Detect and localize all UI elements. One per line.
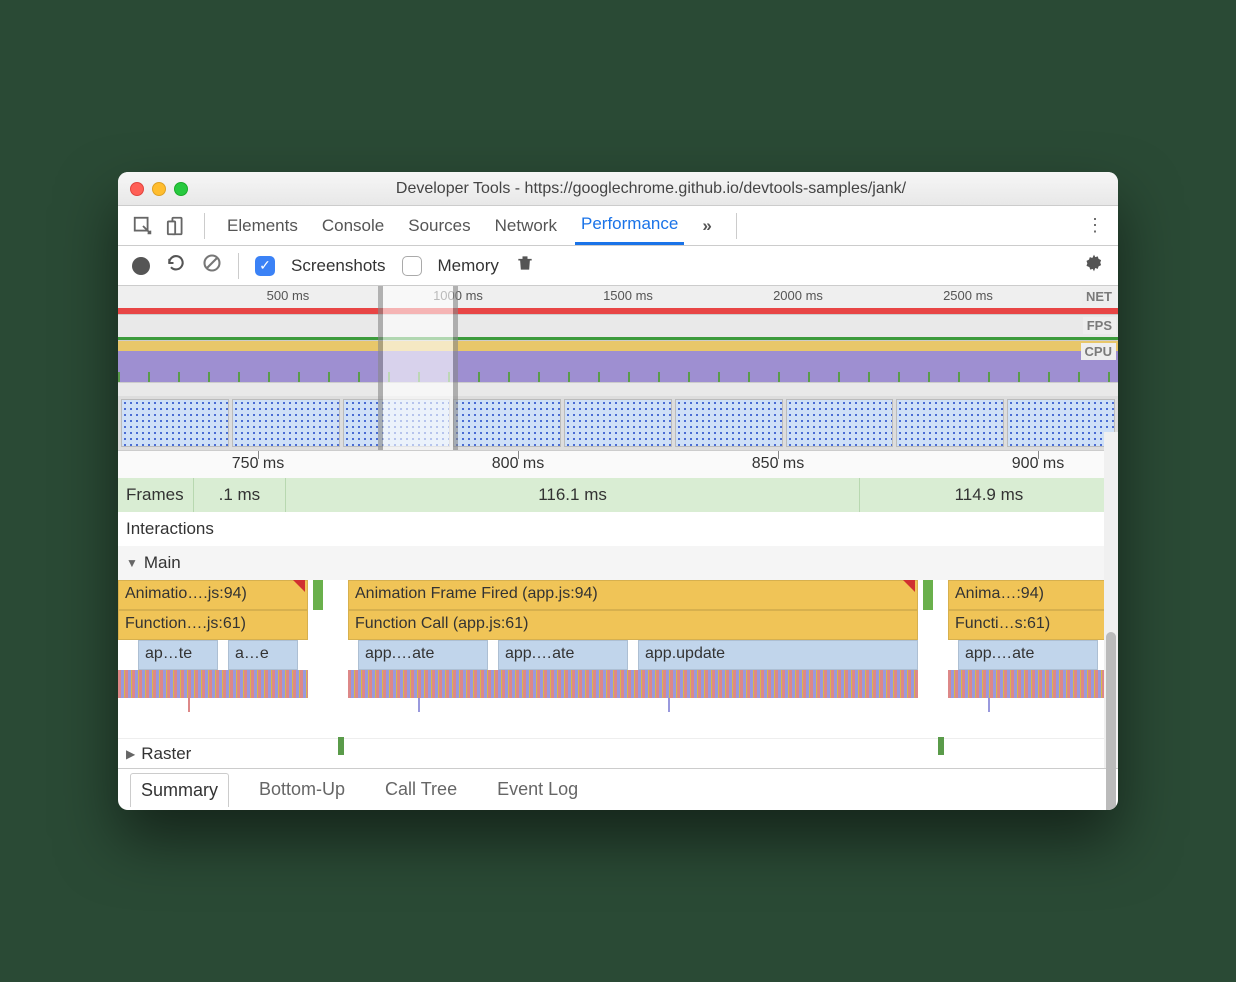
memory-label: Memory bbox=[438, 256, 499, 276]
traffic-lights bbox=[130, 182, 188, 196]
screenshot-thumb[interactable] bbox=[675, 399, 783, 447]
devtools-window: Developer Tools - https://googlechrome.g… bbox=[118, 172, 1118, 810]
anim-frame-bar[interactable]: Anima…:94) bbox=[948, 580, 1118, 610]
app-update-bar[interactable]: app.…ate bbox=[358, 640, 488, 670]
overview-cpu-track: CPU bbox=[118, 340, 1118, 382]
tab-network[interactable]: Network bbox=[489, 208, 563, 244]
flamechart-area[interactable]: 750 ms 800 ms 850 ms 900 ms Frames .1 ms… bbox=[118, 450, 1118, 768]
detail-ruler: 750 ms 800 ms 850 ms 900 ms bbox=[118, 450, 1118, 478]
screenshots-label: Screenshots bbox=[291, 256, 386, 276]
overview-screenshots bbox=[118, 396, 1118, 450]
main-label: Main bbox=[144, 553, 181, 573]
tab-performance[interactable]: Performance bbox=[575, 206, 684, 245]
close-icon[interactable] bbox=[130, 182, 144, 196]
fps-label: FPS bbox=[1083, 317, 1116, 334]
screenshot-thumb[interactable] bbox=[232, 399, 340, 447]
screenshot-thumb[interactable] bbox=[121, 399, 229, 447]
memory-checkbox[interactable] bbox=[402, 256, 422, 276]
clear-icon[interactable] bbox=[202, 253, 222, 278]
app-update-bar[interactable]: app.update bbox=[638, 640, 918, 670]
kebab-menu-icon[interactable]: ⋮ bbox=[1086, 215, 1104, 236]
overview-net-track: NET bbox=[118, 382, 1118, 396]
screenshot-thumb[interactable] bbox=[896, 399, 1004, 447]
app-update-bar[interactable]: app.…ate bbox=[958, 640, 1098, 670]
details-tabs: Summary Bottom-Up Call Tree Event Log bbox=[118, 768, 1118, 810]
function-call-bar[interactable]: Function….js:61) bbox=[118, 610, 308, 640]
tab-bottom-up[interactable]: Bottom-Up bbox=[249, 773, 355, 806]
main-track-header[interactable]: ▼ Main bbox=[118, 546, 1118, 580]
panel-tabs: Elements Console Sources Network Perform… bbox=[118, 206, 1118, 246]
window-title: Developer Tools - https://googlechrome.g… bbox=[196, 180, 1106, 198]
function-call-bar[interactable]: Functi…s:61) bbox=[948, 610, 1118, 640]
inspect-icon[interactable] bbox=[132, 215, 154, 237]
net-label: NET bbox=[1082, 288, 1116, 305]
frames-label: Frames bbox=[118, 485, 193, 505]
tab-call-tree[interactable]: Call Tree bbox=[375, 773, 467, 806]
screenshot-thumb[interactable] bbox=[786, 399, 894, 447]
screenshot-thumb[interactable] bbox=[343, 399, 451, 447]
trash-icon[interactable] bbox=[515, 253, 535, 278]
tab-event-log[interactable]: Event Log bbox=[487, 773, 588, 806]
raster-label: Raster bbox=[141, 744, 191, 764]
tab-console[interactable]: Console bbox=[316, 208, 390, 244]
screenshot-thumb[interactable] bbox=[1007, 399, 1115, 447]
overview-fps-track: FPS bbox=[118, 314, 1118, 340]
scrollbar-thumb[interactable] bbox=[1106, 632, 1116, 810]
frames-track[interactable]: Frames .1 ms 116.1 ms 114.9 ms bbox=[118, 478, 1118, 512]
device-icon[interactable] bbox=[166, 215, 188, 237]
overview-ruler: 500 ms 1000 ms 1500 ms 2000 ms 2500 ms bbox=[118, 286, 1118, 308]
tab-summary[interactable]: Summary bbox=[130, 773, 229, 807]
frame-segment[interactable]: .1 ms bbox=[193, 478, 286, 512]
frame-segment[interactable]: 116.1 ms bbox=[285, 478, 859, 512]
anim-frame-bar[interactable]: Animatio….js:94) bbox=[118, 580, 308, 610]
vertical-scrollbar[interactable] bbox=[1104, 432, 1118, 768]
expand-icon[interactable]: ▶ bbox=[126, 747, 135, 761]
function-call-bar[interactable]: Function Call (app.js:61) bbox=[348, 610, 918, 640]
reload-icon[interactable] bbox=[166, 253, 186, 278]
interactions-track[interactable]: Interactions bbox=[118, 512, 1118, 546]
app-update-bar[interactable]: a…e bbox=[228, 640, 298, 670]
cpu-label: CPU bbox=[1081, 343, 1116, 360]
record-icon[interactable] bbox=[132, 257, 150, 275]
app-update-bar[interactable]: app.…ate bbox=[498, 640, 628, 670]
raster-track-header[interactable]: ▶ Raster bbox=[118, 738, 1118, 768]
screenshot-thumb[interactable] bbox=[453, 399, 561, 447]
zoom-icon[interactable] bbox=[174, 182, 188, 196]
minimize-icon[interactable] bbox=[152, 182, 166, 196]
overview-timeline[interactable]: 500 ms 1000 ms 1500 ms 2000 ms 2500 ms F… bbox=[118, 286, 1118, 450]
screenshot-thumb[interactable] bbox=[564, 399, 672, 447]
screenshots-checkbox[interactable]: ✓ bbox=[255, 256, 275, 276]
frame-segment[interactable]: 114.9 ms bbox=[859, 478, 1118, 512]
raster-task[interactable] bbox=[338, 737, 344, 755]
collapse-icon[interactable]: ▼ bbox=[126, 556, 138, 570]
tab-elements[interactable]: Elements bbox=[221, 208, 304, 244]
tab-sources[interactable]: Sources bbox=[402, 208, 476, 244]
raster-task[interactable] bbox=[938, 737, 944, 755]
app-update-bar[interactable]: ap…te bbox=[138, 640, 218, 670]
titlebar: Developer Tools - https://googlechrome.g… bbox=[118, 172, 1118, 206]
flame-chart[interactable]: Animatio….js:94) Animation Frame Fired (… bbox=[118, 580, 1118, 738]
interactions-label: Interactions bbox=[126, 519, 214, 539]
perf-toolbar: ✓ Screenshots Memory bbox=[118, 246, 1118, 286]
anim-frame-bar[interactable]: Animation Frame Fired (app.js:94) bbox=[348, 580, 918, 610]
tab-more[interactable]: » bbox=[696, 208, 719, 244]
settings-icon[interactable] bbox=[1084, 253, 1104, 278]
